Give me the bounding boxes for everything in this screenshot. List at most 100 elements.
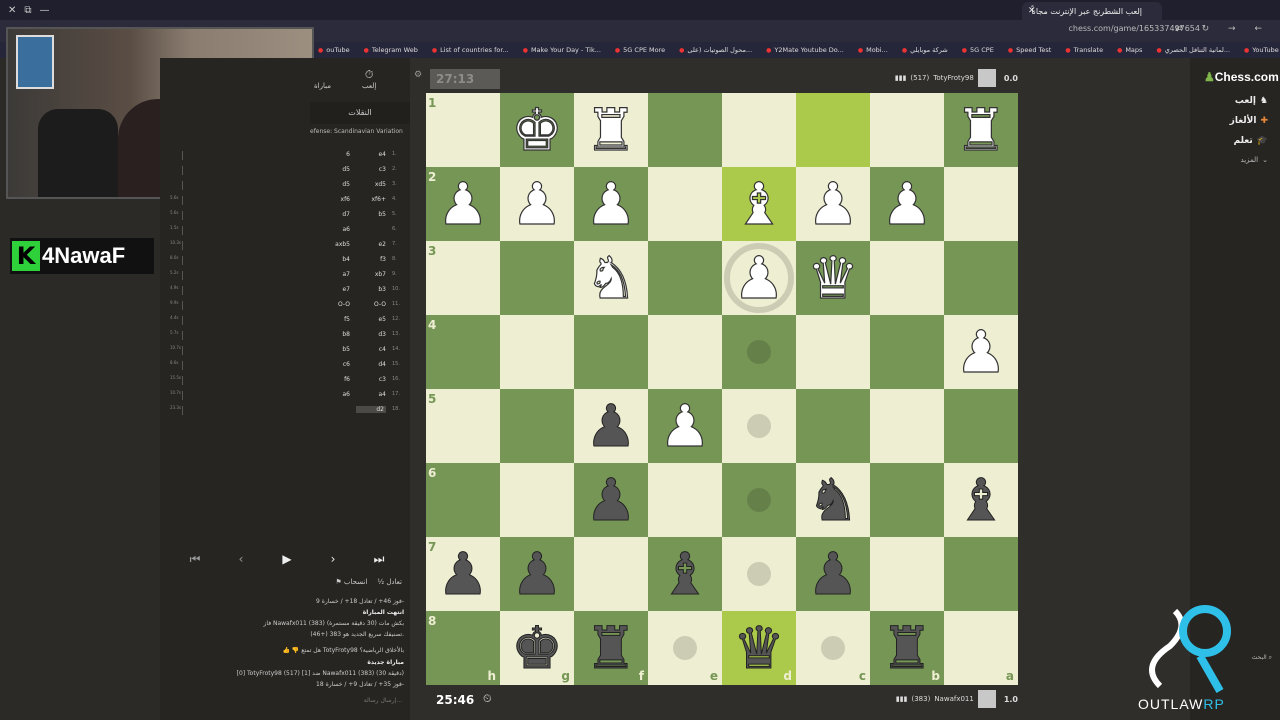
black-king-piece[interactable]: ♚ [511,619,564,678]
board-square[interactable]: ♜ [574,93,648,167]
white-move[interactable]: a4 [356,391,387,398]
bookmark-item[interactable]: ouTube [318,46,349,54]
board-square[interactable]: ♟ [722,241,796,315]
bookmark-item[interactable]: Y2Mate Youtube Do... [766,46,843,54]
black-pawn-piece[interactable]: ♟ [511,545,564,604]
board-square[interactable] [574,315,648,389]
board-square[interactable] [944,241,1018,315]
board-square[interactable]: 2 ♟ [426,167,500,241]
settings-gear-icon[interactable]: ⚙ [414,70,422,80]
board-square[interactable]: f ♜ [574,611,648,685]
black-knight-piece[interactable]: ♞ [807,471,860,530]
white-king-piece[interactable]: ♚ [510,100,563,159]
nav-arrows-icon[interactable]: ⇄ ↻ → ← [1175,24,1270,34]
bookmark-item[interactable]: شركة موبايلي [902,46,948,54]
black-move[interactable]: e7 [314,286,350,293]
board-square[interactable]: d ♛ [722,611,796,685]
black-rook-piece[interactable]: ♜ [881,619,934,678]
avatar[interactable] [977,690,996,708]
chat-input[interactable]: إرسال رسالة... [164,694,406,708]
board-square[interactable]: g ♚ [500,611,574,685]
board-square[interactable] [796,315,870,389]
black-move[interactable]: c6 [314,361,350,368]
board-square[interactable]: ♟ [574,167,648,241]
board-square[interactable] [722,463,796,537]
white-pawn-piece[interactable]: ♟ [658,396,711,455]
board-square[interactable] [796,93,870,167]
board-square[interactable] [870,315,944,389]
board-square[interactable]: b ♜ [870,611,944,685]
bookmark-item[interactable]: YouTube [1244,46,1278,54]
board-square[interactable] [648,93,722,167]
board-square[interactable] [870,389,944,463]
board-square[interactable] [944,389,1018,463]
white-move[interactable]: d2 [356,406,386,413]
resign-button[interactable]: ⚑ انسحاب [335,578,367,592]
thumbs-down-icon[interactable]: 👎 [292,647,299,654]
black-move[interactable]: 6 [314,151,350,158]
bookmark-item[interactable]: Mobi... [858,46,888,54]
black-move[interactable]: f5 [314,316,350,323]
board-square[interactable]: ♟ [870,167,944,241]
board-square[interactable]: ♞ [796,463,870,537]
board-square[interactable] [500,389,574,463]
legal-move-dot[interactable] [747,340,771,364]
white-move[interactable]: d4 [356,361,386,368]
nav-more[interactable]: المزيد ⌄ [1241,156,1268,164]
board-square[interactable]: ♚ [500,93,574,167]
board-square[interactable] [722,537,796,611]
bookmark-item[interactable]: لمانية التنافل الحصري... [1156,46,1230,54]
board-square[interactable]: ♟ [500,167,574,241]
board-square[interactable] [796,389,870,463]
black-move[interactable]: a7 [314,271,351,278]
legal-move-dot[interactable] [821,636,845,660]
board-square[interactable]: ♟ [574,463,648,537]
next-move-icon[interactable]: › [313,548,353,570]
bookmark-item[interactable]: Speed Test [1008,46,1051,54]
last-move-icon[interactable]: ⏭ [359,548,399,570]
board-square[interactable]: ♟ [500,537,574,611]
board-square[interactable] [648,167,722,241]
board-square[interactable]: ♟ [574,389,648,463]
draw-button[interactable]: ½ تعادل [377,578,402,592]
board-square[interactable] [648,241,722,315]
black-move[interactable]: axb5 [314,241,350,248]
window-close-icon[interactable]: ✕ [8,5,16,16]
nav-learn[interactable]: تعلم 🎓 [1234,136,1268,146]
black-move[interactable]: d5 [314,166,350,173]
board-square[interactable]: e [648,611,722,685]
black-move[interactable]: d7 [314,211,350,218]
black-move[interactable]: f6 [314,376,350,383]
white-move[interactable]: xd5 [356,181,386,188]
bookmark-item[interactable]: محول الصوتيات (على... [679,46,752,54]
board-square[interactable]: ♟ [944,315,1018,389]
black-move[interactable]: xf6 [314,196,350,203]
black-move[interactable]: b5 [314,346,350,353]
bottom-player-name[interactable]: Nawafx011 [934,695,974,703]
legal-move-dot[interactable] [673,636,697,660]
board-square[interactable]: ♟ [796,537,870,611]
bookmark-item[interactable]: 5G CPE [962,46,994,54]
bookmark-item[interactable]: List of countries for... [432,46,509,54]
white-rook-piece[interactable]: ♜ [954,100,1007,159]
board-square[interactable]: ♝ [944,463,1018,537]
board-square[interactable] [500,241,574,315]
board-square[interactable]: 5 [426,389,500,463]
window-restore-icon[interactable]: ⧉ [24,5,31,16]
white-move[interactable]: b3 [356,286,386,293]
board-square[interactable]: 4 [426,315,500,389]
white-move[interactable]: c3 [356,166,386,173]
board-square[interactable]: 8h [426,611,500,685]
legal-move-dot[interactable] [747,488,771,512]
white-pawn-piece[interactable]: ♟ [436,174,489,233]
board-square[interactable]: ♜ [944,93,1018,167]
white-bishop-piece[interactable]: ♝ [732,174,785,233]
tab-game[interactable]: مباراة [314,82,331,90]
black-move[interactable]: a6 [314,226,351,233]
play-icon[interactable]: ▶ [267,548,307,570]
white-move[interactable]: b5 [356,211,386,218]
moves-header[interactable]: النقلات [310,102,410,124]
legal-move-dot[interactable] [747,562,771,586]
black-bishop-piece[interactable]: ♝ [659,545,712,604]
tab-close-icon[interactable]: ✕ [1028,6,1036,16]
